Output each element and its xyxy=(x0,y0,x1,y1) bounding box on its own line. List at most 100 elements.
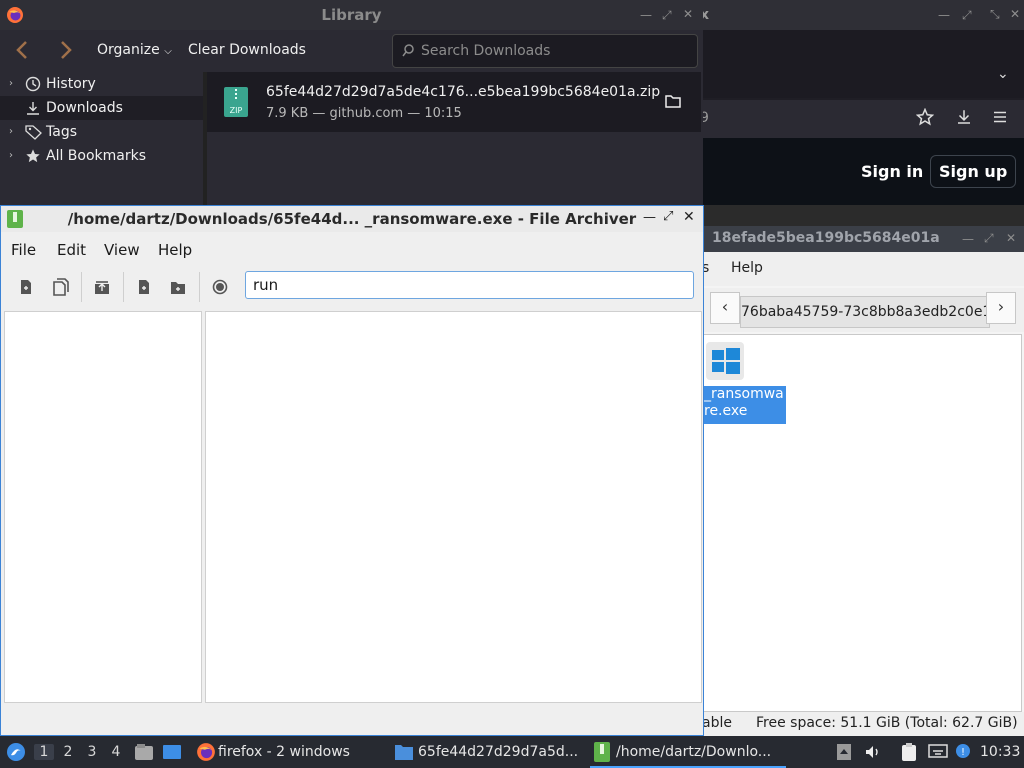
clock: 10:33 xyxy=(980,744,1021,760)
workspace-2[interactable]: 2 xyxy=(58,744,78,760)
notification-icon[interactable]: ! xyxy=(954,742,972,762)
minimize-icon[interactable]: — xyxy=(938,8,950,22)
chevron-right-icon[interactable]: › xyxy=(9,144,13,168)
downloads-icon[interactable] xyxy=(955,108,973,126)
library-sidebar: › History Downloads › Tags › All Bookmar… xyxy=(0,72,203,205)
download-details: 7.9 KB — github.com — 10:15 xyxy=(266,106,462,121)
firefox-window: x — ⤢ ⤡ ✕ ⌄ 9 Sign in Sign up xyxy=(700,0,1024,205)
minimize-icon[interactable]: — xyxy=(643,210,656,225)
clear-downloads-button[interactable]: Clear Downloads xyxy=(188,42,306,58)
download-icon xyxy=(25,100,41,116)
find-input-value[interactable]: run xyxy=(253,276,278,294)
close-icon[interactable]: ✕ xyxy=(683,7,693,21)
path-segment[interactable]: 76baba45759-73c8bb8a3edb2c0e18 xyxy=(741,304,989,320)
toolbar-separator xyxy=(81,272,82,302)
search-icon xyxy=(402,35,416,67)
clipboard-icon[interactable] xyxy=(900,742,918,762)
workspace-4[interactable]: 4 xyxy=(106,744,126,760)
menu-edit[interactable]: Edit xyxy=(57,241,86,259)
search-placeholder: Search Downloads xyxy=(421,43,551,59)
organize-menu[interactable]: Organize ⌵ xyxy=(97,42,172,58)
close-icon[interactable]: ✕ xyxy=(1010,7,1020,21)
toolbar-separator xyxy=(199,272,200,302)
maximize-icon[interactable]: ⤢ xyxy=(662,8,672,23)
chevron-right-icon[interactable]: › xyxy=(9,72,13,96)
file-manager-titlebar: 18efade5bea199bc5684e01a — ⤢ ✕ xyxy=(700,226,1024,252)
toolbar-separator xyxy=(123,272,124,302)
tag-icon xyxy=(25,124,43,140)
path-forward-button[interactable]: › xyxy=(986,292,1016,324)
sidebar-item-label: Downloads xyxy=(46,100,123,116)
task-label: /home/dartz/Downlo... xyxy=(616,744,772,760)
new-archive-icon[interactable] xyxy=(15,276,37,298)
workspace-3[interactable]: 3 xyxy=(82,744,102,760)
close-icon[interactable]: ✕ xyxy=(683,209,695,225)
restore-icon[interactable]: ⤢ xyxy=(962,8,972,23)
menu-help[interactable]: Help xyxy=(731,260,763,276)
show-desktop-icon[interactable] xyxy=(162,742,182,762)
close-icon[interactable]: ✕ xyxy=(1006,231,1016,245)
workspace-1[interactable]: 1 xyxy=(34,744,54,760)
maximize-icon[interactable]: ⤢ xyxy=(663,209,673,224)
file-archiver-window: /home/dartz/Downloads/65fe44d... _ransom… xyxy=(0,205,704,736)
menu-file[interactable]: File xyxy=(11,241,36,259)
firefox-titlebar: x — ⤢ ⤡ ✕ xyxy=(700,0,1024,30)
minimize-icon[interactable]: — xyxy=(962,232,974,246)
file-manager-statusbar: able Free space: 51.1 GiB (Total: 62.7 G… xyxy=(700,712,1024,736)
open-archive-icon[interactable] xyxy=(49,276,71,298)
folder-icon xyxy=(394,743,414,761)
sign-up-button[interactable]: Sign up xyxy=(930,155,1017,188)
menu-view[interactable]: View xyxy=(104,241,140,259)
add-folder-icon[interactable] xyxy=(167,276,189,298)
file-archiver-menubar: File Edit View Help xyxy=(1,233,703,265)
taskbar: 1 2 3 4 firefox - 2 windows 65fe44d27d29… xyxy=(0,736,1024,768)
folder-tree-pane[interactable] xyxy=(4,311,202,703)
maximize-icon[interactable]: ⤢ xyxy=(984,231,994,246)
sidebar-item-tags[interactable]: › Tags xyxy=(0,120,203,144)
extract-icon[interactable] xyxy=(91,276,113,298)
stop-icon[interactable] xyxy=(209,276,231,298)
task-file-archiver[interactable]: /home/dartz/Downlo... xyxy=(590,736,786,768)
sidebar-item-all-bookmarks[interactable]: › All Bookmarks xyxy=(0,144,203,168)
firefox-urlbar[interactable] xyxy=(700,100,1024,138)
download-filename: 65fe44d27d29d7a5de4c176...e5bea199bc5684… xyxy=(266,84,661,100)
search-downloads-input[interactable]: Search Downloads xyxy=(392,34,698,68)
file-manager-title: 18efade5bea199bc5684e01a xyxy=(712,230,940,246)
download-item[interactable]: ZIP 65fe44d27d29d7a5de4c176...e5bea199bc… xyxy=(207,72,701,132)
organize-label: Organize xyxy=(97,42,160,58)
network-icon[interactable] xyxy=(928,743,948,761)
file-archiver-titlebar: /home/dartz/Downloads/65fe44d... _ransom… xyxy=(1,206,703,232)
file-manager-launcher-icon[interactable] xyxy=(134,742,154,762)
windows-exe-icon[interactable] xyxy=(706,342,744,380)
file-manager-menubar: s Help xyxy=(700,252,1024,286)
sign-in-link[interactable]: Sign in xyxy=(861,162,923,181)
chevron-right-icon[interactable]: › xyxy=(9,120,13,144)
sidebar-item-label: History xyxy=(46,76,96,92)
tray-up-icon[interactable] xyxy=(836,743,852,761)
sidebar-item-history[interactable]: › History xyxy=(0,72,203,96)
menu-help[interactable]: Help xyxy=(158,241,192,259)
maximize-icon[interactable]: ⤡ xyxy=(990,7,1000,22)
start-menu-icon[interactable] xyxy=(6,742,26,762)
menu-icon[interactable] xyxy=(991,108,1009,126)
sidebar-item-label: All Bookmarks xyxy=(46,148,147,164)
file-label[interactable]: _ransomwa re.exe xyxy=(702,386,786,424)
add-files-icon[interactable] xyxy=(133,276,155,298)
task-firefox[interactable]: firefox - 2 windows xyxy=(192,736,385,768)
folder-icon[interactable] xyxy=(665,94,681,108)
library-title: Library xyxy=(321,6,382,24)
path-bar[interactable]: 76baba45759-73c8bb8a3edb2c0e18 xyxy=(740,296,990,328)
zip-file-icon: ZIP xyxy=(224,87,248,117)
find-input[interactable]: run xyxy=(245,271,694,299)
archive-contents-pane[interactable] xyxy=(205,311,702,703)
volume-icon[interactable] xyxy=(864,743,882,761)
minimize-icon[interactable]: — xyxy=(640,8,652,22)
task-file-manager[interactable]: 65fe44d27d29d7a5d... xyxy=(390,736,586,768)
forward-icon[interactable] xyxy=(57,39,75,61)
list-all-tabs-icon[interactable]: ⌄ xyxy=(997,66,1009,82)
bookmark-star-icon[interactable] xyxy=(916,108,934,126)
svg-text:ZIP: ZIP xyxy=(230,106,243,115)
sidebar-item-downloads[interactable]: Downloads xyxy=(0,96,203,120)
back-icon[interactable] xyxy=(13,39,31,61)
path-back-button[interactable]: ‹ xyxy=(710,292,740,324)
